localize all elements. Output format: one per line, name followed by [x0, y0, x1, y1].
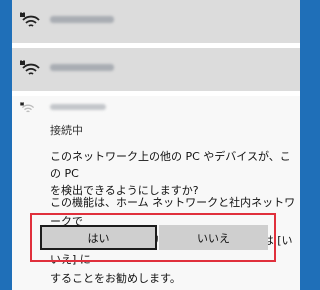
- wifi-secured-icon: [20, 102, 35, 113]
- discovery-prompt: このネットワーク上の他の PC やデバイスが、この PC を検出できるようにしま…: [50, 150, 291, 197]
- highlight-frame: はい いいえ: [30, 213, 276, 262]
- no-button[interactable]: いいえ: [159, 225, 268, 250]
- network-list-item[interactable]: [12, 0, 300, 43]
- network-name-redacted: [50, 104, 106, 110]
- wifi-secured-icon: [20, 12, 40, 27]
- network-list-item[interactable]: [12, 48, 300, 91]
- wifi-secured-icon: [20, 60, 40, 75]
- connection-status: 接続中: [50, 124, 83, 137]
- network-name-redacted: [50, 64, 114, 71]
- yes-button[interactable]: はい: [40, 225, 157, 250]
- network-name-redacted: [50, 16, 114, 23]
